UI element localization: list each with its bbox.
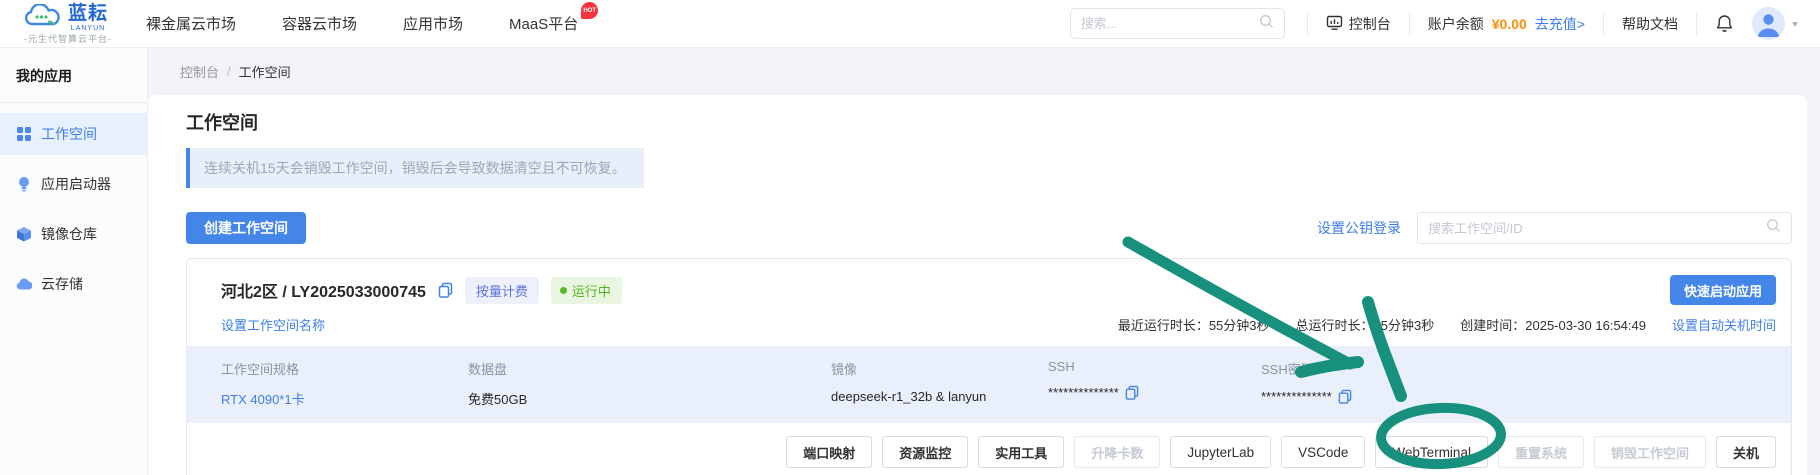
sidebar-item-label: 工作空间 [41, 126, 97, 142]
brand-sub: LANYUN [70, 24, 106, 32]
balance-label: 账户余额 [1427, 15, 1484, 32]
create-workspace-button[interactable]: 创建工作空间 [186, 212, 306, 244]
nav-item-bare-metal[interactable]: 裸金属云市场 [146, 13, 236, 34]
lightbulb-icon [16, 176, 32, 192]
workspace-card: 河北2区 / LY2025033000745 按量计费 运行中 快速启动应用 设… [186, 258, 1792, 475]
divider [1695, 12, 1697, 35]
brand-name: 蓝耘 [68, 2, 109, 24]
chevron-down-icon: ▾ [1791, 17, 1798, 30]
quick-launch-button[interactable]: 快速启动应用 [1669, 275, 1776, 305]
status-badge: 运行中 [550, 276, 622, 304]
sidebar-item-image-repo[interactable]: 镜像仓库 [0, 213, 147, 255]
stat-recent-runtime: 最近运行时长：55分钟3秒 [1117, 318, 1270, 333]
workspace-search-input[interactable] [1428, 220, 1766, 236]
workspace-actions: 端口映射 资源监控 实用工具 升降卡数 JupyterLab VSCode We… [187, 423, 1791, 475]
spec-ssh: SSH ************** [1048, 359, 1261, 408]
search-icon [1766, 218, 1781, 238]
global-search-box[interactable] [1069, 8, 1285, 39]
copy-ssh-icon[interactable] [1125, 385, 1139, 400]
set-pubkey-link[interactable]: 设置公钥登录 [1317, 218, 1401, 238]
sidebar-item-label: 云存储 [41, 276, 83, 292]
sidebar-item-label: 应用启动器 [41, 176, 111, 192]
workspace-name: 河北2区 / LY2025033000745 [221, 284, 426, 301]
brand-tagline: -元生代智算云平台- [24, 33, 112, 44]
cloud-logo-icon [24, 2, 62, 32]
shutdown-button[interactable]: 关机 [1715, 436, 1776, 468]
rename-workspace-link[interactable]: 设置工作空间名称 [221, 315, 325, 334]
navbar-right-group: 控制台 账户余额 ¥0.00 去充值> 帮助文档 ▾ [1289, 7, 1798, 40]
spec-ssh-password: SSH密码 ************** [1261, 359, 1791, 408]
auto-shutdown-link[interactable]: 设置自动关机时间 [1672, 315, 1776, 334]
breadcrumb: 控制台 / 工作空间 [148, 48, 1820, 95]
page-title: 工作空间 [186, 113, 258, 133]
breadcrumb-separator: / [227, 64, 231, 79]
account-balance: 账户余额 ¥0.00 去充值> [1428, 14, 1585, 34]
console-icon [1326, 14, 1343, 34]
search-icon [1259, 14, 1274, 34]
spec-gpu: 工作空间规格 RTX 4090*1卡 [221, 359, 468, 408]
hot-flame-badge: HOT [581, 2, 599, 19]
reset-system-button: 重置系统 [1497, 436, 1584, 468]
sidebar-item-label: 镜像仓库 [41, 226, 97, 242]
jupyterlab-button[interactable]: JupyterLab [1170, 436, 1272, 468]
main-area: 控制台 / 工作空间 工作空间 连续关机15天会销毁工作空间，销毁后会导致数据清… [148, 48, 1820, 475]
cloud-icon [16, 278, 32, 290]
workspace-search-box[interactable] [1417, 212, 1792, 244]
breadcrumb-current: 工作空间 [238, 65, 291, 80]
status-dot [559, 286, 567, 294]
nav-item-maas[interactable]: MaaS平台 HOT [509, 2, 599, 34]
avatar[interactable] [1751, 7, 1785, 40]
divider [0, 102, 147, 103]
sidebar-item-cloud-storage[interactable]: 云存储 [0, 263, 147, 305]
balance-value: ¥0.00 [1491, 15, 1527, 32]
console-link[interactable]: 控制台 [1326, 14, 1391, 34]
stat-total-runtime: 总运行时长：55分钟3秒 [1295, 318, 1435, 333]
stat-created-time: 创建时间：2025-03-30 16:54:49 [1460, 318, 1646, 333]
cube-icon [16, 226, 32, 242]
sidebar: 我的应用 工作空间 应用启动器 镜像仓库 云存储 [0, 48, 148, 475]
utility-tools-button[interactable]: 实用工具 [978, 436, 1065, 468]
toolbar-row: 创建工作空间 设置公钥登录 [186, 212, 1792, 244]
spec-data-disk: 数据盘 免费50GB [468, 362, 528, 407]
user-menu[interactable]: ▾ [1751, 7, 1798, 40]
recharge-link[interactable]: 去充值> [1535, 14, 1585, 34]
scale-gpu-button: 升降卡数 [1074, 436, 1161, 468]
top-nav-menu: 裸金属云市场 容器云市场 应用市场 MaaS平台 HOT [146, 2, 599, 34]
top-navbar: 蓝耘 LANYUN -元生代智算云平台- 裸金属云市场 容器云市场 应用市场 M… [0, 0, 1820, 48]
webterminal-button[interactable]: WebTerminal [1375, 436, 1488, 468]
nav-item-container-cloud[interactable]: 容器云市场 [282, 13, 357, 34]
sidebar-item-app-launcher[interactable]: 应用启动器 [0, 163, 147, 205]
global-search-input[interactable] [1080, 16, 1259, 31]
divider [1306, 12, 1308, 35]
copy-ssh-password-icon[interactable] [1338, 389, 1352, 404]
notification-bell-icon[interactable] [1715, 14, 1734, 33]
divider [1602, 12, 1604, 35]
gpu-spec-link[interactable]: RTX 4090*1卡 [221, 389, 468, 408]
nav-item-app-market[interactable]: 应用市场 [403, 13, 463, 34]
workspace-stats: 最近运行时长：55分钟3秒 总运行时长：55分钟3秒 创建时间：2025-03-… [1118, 315, 1776, 334]
brand-logo[interactable]: 蓝耘 LANYUN -元生代智算云平台- [24, 2, 112, 44]
port-mapping-button[interactable]: 端口映射 [786, 436, 873, 468]
spec-strip: 工作空间规格 RTX 4090*1卡 数据盘 免费50GB 镜像 deepsee… [187, 346, 1791, 423]
shutdown-notice-banner: 连续关机15天会销毁工作空间，销毁后会导致数据清空且不可恢复。 [186, 148, 644, 188]
copy-icon[interactable] [438, 282, 453, 298]
resource-monitor-button[interactable]: 资源监控 [882, 436, 969, 468]
billing-tag: 按量计费 [464, 276, 539, 304]
breadcrumb-console[interactable]: 控制台 [180, 62, 219, 81]
grid-icon [16, 126, 32, 142]
sidebar-header: 我的应用 [16, 68, 72, 84]
vscode-button[interactable]: VSCode [1281, 436, 1366, 468]
sidebar-item-workspace[interactable]: 工作空间 [0, 113, 147, 155]
help-docs-link[interactable]: 帮助文档 [1622, 14, 1678, 34]
content-panel: 工作空间 连续关机15天会销毁工作空间，销毁后会导致数据清空且不可恢复。 创建工… [148, 95, 1807, 475]
destroy-workspace-button: 销毁工作空间 [1593, 436, 1706, 468]
spec-image: 镜像 deepseek-r1_32b & lanyun [831, 362, 987, 404]
divider [1408, 12, 1410, 35]
